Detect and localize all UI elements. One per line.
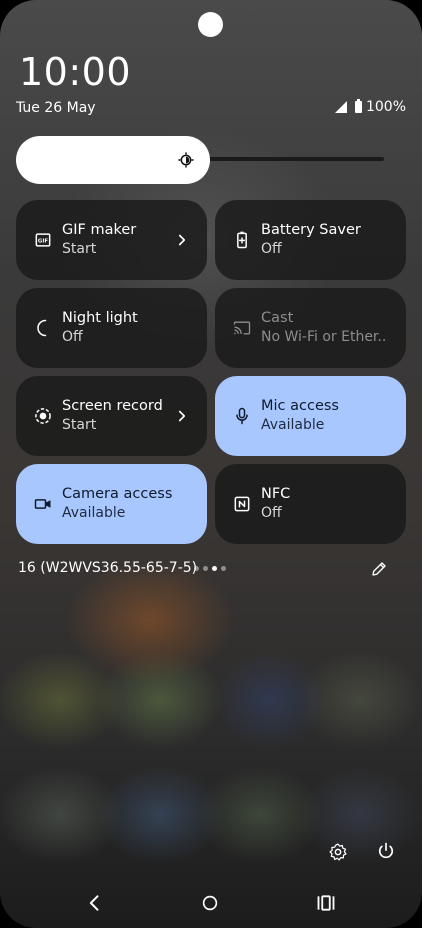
tile-night-light[interactable]: Night light Off bbox=[16, 288, 207, 368]
home-icon[interactable] bbox=[201, 894, 219, 912]
nfc-icon bbox=[234, 496, 250, 512]
brightness-icon bbox=[178, 152, 194, 168]
tile-label: Mic access bbox=[261, 398, 339, 414]
page-dot bbox=[203, 566, 208, 571]
tile-camera-access[interactable]: Camera access Available bbox=[16, 464, 207, 544]
page-indicator bbox=[194, 566, 226, 571]
brightness-slider[interactable] bbox=[16, 136, 210, 184]
tile-label: Battery Saver bbox=[261, 222, 361, 238]
gear-icon[interactable] bbox=[328, 842, 348, 862]
power-icon[interactable] bbox=[376, 841, 396, 861]
chevron-right-icon[interactable] bbox=[173, 407, 191, 425]
tile-label: GIF maker bbox=[62, 222, 137, 238]
tile-gif-maker[interactable]: GIF GIF maker Start bbox=[16, 200, 207, 280]
quick-settings-panel: 10:00 Tue 26 May 100% GIF GIF maker Star… bbox=[0, 0, 422, 928]
svg-text:GIF: GIF bbox=[38, 239, 48, 245]
brightness-slider-track[interactable] bbox=[200, 157, 384, 161]
tile-cast[interactable]: Cast No Wi-Fi or Ether.. bbox=[215, 288, 406, 368]
tile-label: Cast bbox=[261, 310, 294, 326]
tile-state: No Wi-Fi or Ether.. bbox=[261, 329, 387, 345]
tile-screen-record[interactable]: Screen record Start bbox=[16, 376, 207, 456]
battery-saver-icon bbox=[237, 231, 247, 249]
screen-record-icon bbox=[35, 408, 51, 424]
cast-icon bbox=[233, 321, 251, 335]
tile-label: Camera access bbox=[62, 486, 173, 502]
battery-icon bbox=[354, 99, 362, 113]
tile-state: Available bbox=[62, 505, 126, 521]
tile-nfc[interactable]: NFC Off bbox=[215, 464, 406, 544]
tile-state: Start bbox=[62, 241, 97, 257]
tile-label: NFC bbox=[261, 486, 291, 502]
edit-pencil-icon[interactable] bbox=[370, 560, 388, 578]
date: Tue 26 May bbox=[16, 100, 96, 116]
tile-state: Start bbox=[62, 417, 97, 433]
signal-icon bbox=[334, 101, 347, 113]
front-camera-cutout bbox=[198, 12, 223, 37]
tile-state: Off bbox=[261, 505, 282, 521]
back-icon[interactable] bbox=[85, 893, 105, 913]
tile-label: Screen record bbox=[62, 398, 163, 414]
tile-battery-saver[interactable]: Battery Saver Off bbox=[215, 200, 406, 280]
page-dot-current bbox=[212, 566, 217, 571]
tile-state: Available bbox=[261, 417, 325, 433]
night-light-icon bbox=[37, 319, 47, 337]
camera-icon bbox=[34, 499, 51, 509]
page-dot bbox=[221, 566, 226, 571]
tile-state: Off bbox=[62, 329, 83, 345]
build-number[interactable]: 16 (W2WVS36.55-65-7-5) bbox=[18, 560, 197, 576]
tile-state: Off bbox=[261, 241, 282, 257]
chevron-right-icon[interactable] bbox=[173, 231, 191, 249]
battery-percentage: 100% bbox=[365, 99, 406, 115]
clock[interactable]: 10:00 bbox=[19, 50, 131, 94]
tile-label: Night light bbox=[62, 310, 138, 326]
tile-mic-access[interactable]: Mic access Available bbox=[215, 376, 406, 456]
recent-apps-icon[interactable] bbox=[316, 894, 336, 912]
gif-icon: GIF bbox=[35, 233, 51, 247]
mic-icon bbox=[236, 407, 248, 425]
page-dot bbox=[194, 566, 199, 571]
status-icons: 100% bbox=[334, 99, 406, 115]
